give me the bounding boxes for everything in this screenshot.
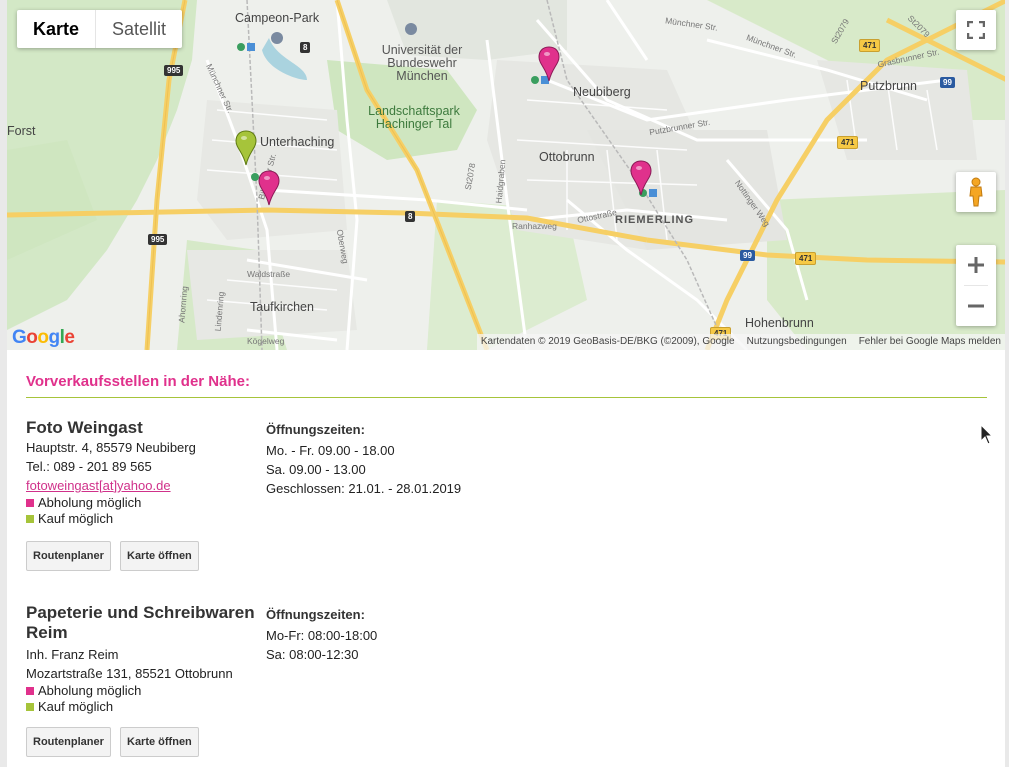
feature-pickup: Abholung möglich bbox=[26, 495, 261, 511]
mouse-cursor-icon bbox=[980, 424, 992, 445]
road-shield-995-top: 995 bbox=[164, 65, 184, 76]
map-pin-pink[interactable] bbox=[258, 170, 280, 206]
google-logo: Google bbox=[12, 327, 75, 348]
zoom-out-button[interactable] bbox=[956, 286, 996, 326]
feature-label: Abholung möglich bbox=[38, 683, 142, 698]
map-type-control: Karte Satellit bbox=[17, 10, 183, 48]
opening-hours-title: Öffnungszeiten: bbox=[266, 607, 365, 622]
store-phone: Tel.: 089 - 201 89 565 bbox=[26, 459, 152, 474]
map-street-koegelweg: Kögelweg bbox=[247, 336, 285, 346]
store-card: Foto Weingast Hauptstr. 4, 85579 Neubibe… bbox=[26, 418, 261, 527]
road-shield-8-mid: 8 bbox=[405, 211, 416, 222]
store-email-link[interactable]: fotoweingast[at]yahoo.de bbox=[26, 478, 171, 493]
feature-purchase: Kauf möglich bbox=[26, 511, 261, 527]
open-map-button[interactable]: Karte öffnen bbox=[120, 541, 199, 571]
feature-purchase: Kauf möglich bbox=[26, 699, 261, 715]
map-attribution: Kartendaten © 2019 GeoBasis-DE/BKG (©200… bbox=[476, 334, 1005, 350]
map-label-putzbrunn: Putzbrunn bbox=[860, 79, 917, 93]
open-map-button[interactable]: Karte öffnen bbox=[120, 727, 199, 757]
terms-link[interactable]: Nutzungsbedingungen bbox=[747, 334, 847, 350]
opening-hours-line: Geschlossen: 21.01. - 28.01.2019 bbox=[266, 481, 462, 496]
pickup-marker-icon bbox=[26, 499, 34, 507]
zoom-control bbox=[956, 245, 996, 326]
pegman-icon bbox=[969, 177, 983, 207]
pickup-marker-icon bbox=[26, 687, 34, 695]
report-error-link[interactable]: Fehler bei Google Maps melden bbox=[859, 334, 1001, 350]
store-address: Hauptstr. 4, 85579 Neubiberg bbox=[26, 440, 196, 455]
zoom-in-button[interactable] bbox=[956, 245, 996, 285]
map-label-park: Landschaftspark Hachinger Tal bbox=[368, 104, 460, 131]
opening-hours-line: Sa. 09.00 - 13.00 bbox=[266, 462, 366, 477]
purchase-marker-icon bbox=[26, 703, 34, 711]
road-shield-471-mid: 471 bbox=[837, 136, 859, 149]
map-label-neubiberg: Neubiberg bbox=[573, 85, 631, 99]
street-view-button[interactable] bbox=[956, 172, 996, 212]
map-data-credit: Kartendaten © 2019 GeoBasis-DE/BKG (©200… bbox=[480, 336, 735, 347]
opening-hours-line: Mo. - Fr. 09.00 - 18.00 bbox=[266, 443, 395, 458]
opening-hours: Öffnungszeiten: Mo. - Fr. 09.00 - 18.00 … bbox=[266, 420, 461, 498]
map-label-forst: Forst bbox=[7, 124, 36, 138]
purchase-marker-icon bbox=[26, 515, 34, 523]
feature-label: Kauf möglich bbox=[38, 699, 114, 714]
opening-hours-title: Öffnungszeiten: bbox=[266, 422, 365, 437]
map-label-unterhaching: Unterhaching bbox=[260, 135, 335, 149]
plus-icon bbox=[968, 257, 984, 273]
route-planner-button[interactable]: Routenplaner bbox=[26, 727, 111, 757]
store-owner: Inh. Franz Reim bbox=[26, 647, 119, 662]
road-shield-99-bottom: 99 bbox=[740, 250, 755, 261]
map-label-hohenbrunn: Hohenbrunn bbox=[745, 316, 814, 330]
map-label-taufkirchen: Taufkirchen bbox=[250, 300, 314, 314]
road-shield-995-bottom: 995 bbox=[148, 234, 168, 245]
page: Campeon-Park Universität der Bundeswehr … bbox=[7, 0, 1005, 767]
section-divider bbox=[26, 397, 987, 398]
svg-text:Google: Google bbox=[12, 327, 74, 348]
store-card: Papeterie und Schreibwaren Reim Inh. Fra… bbox=[26, 603, 261, 715]
map-pin-pink[interactable] bbox=[538, 46, 560, 82]
opening-hours: Öffnungszeiten: Mo-Fr: 08:00-18:00 Sa: 0… bbox=[266, 605, 377, 664]
store-address: Mozartstraße 131, 85521 Ottobrunn bbox=[26, 666, 233, 681]
fullscreen-button[interactable] bbox=[956, 10, 996, 50]
map-label-ottobrunn: Ottobrunn bbox=[539, 150, 595, 164]
map-label-campeon-park: Campeon-Park bbox=[235, 11, 320, 25]
map-pin-pink[interactable] bbox=[630, 160, 652, 196]
store-name: Papeterie und Schreibwaren Reim bbox=[26, 603, 255, 642]
feature-label: Kauf möglich bbox=[38, 511, 114, 526]
map-street-ranhazweg: Ranhazweg bbox=[512, 221, 557, 231]
opening-hours-line: Mo-Fr: 08:00-18:00 bbox=[266, 628, 378, 643]
map[interactable]: Campeon-Park Universität der Bundeswehr … bbox=[7, 0, 1005, 350]
section-title: Vorverkaufsstellen in der Nähe: bbox=[26, 373, 250, 390]
opening-hours-line: Sa: 08:00-12:30 bbox=[266, 647, 359, 662]
road-shield-471-right: 471 bbox=[795, 252, 817, 265]
map-type-satellit-button[interactable]: Satellit bbox=[96, 10, 182, 48]
feature-label: Abholung möglich bbox=[38, 495, 142, 510]
road-shield-99-top: 99 bbox=[940, 77, 955, 88]
fullscreen-icon bbox=[967, 21, 985, 39]
map-label-riemerling: RIEMERLING bbox=[615, 214, 695, 226]
road-shield-8-top: 8 bbox=[300, 42, 311, 53]
road-shield-471-top: 471 bbox=[859, 39, 881, 52]
map-type-karte-button[interactable]: Karte bbox=[17, 10, 97, 48]
store-name: Foto Weingast bbox=[26, 418, 143, 437]
map-street-waldstrasse: Waldstraße bbox=[247, 269, 291, 279]
map-pin-green[interactable] bbox=[235, 130, 257, 166]
route-planner-button[interactable]: Routenplaner bbox=[26, 541, 111, 571]
map-label-university: Universität der Bundeswehr München bbox=[381, 43, 463, 83]
feature-pickup: Abholung möglich bbox=[26, 683, 261, 699]
minus-icon bbox=[968, 304, 984, 308]
